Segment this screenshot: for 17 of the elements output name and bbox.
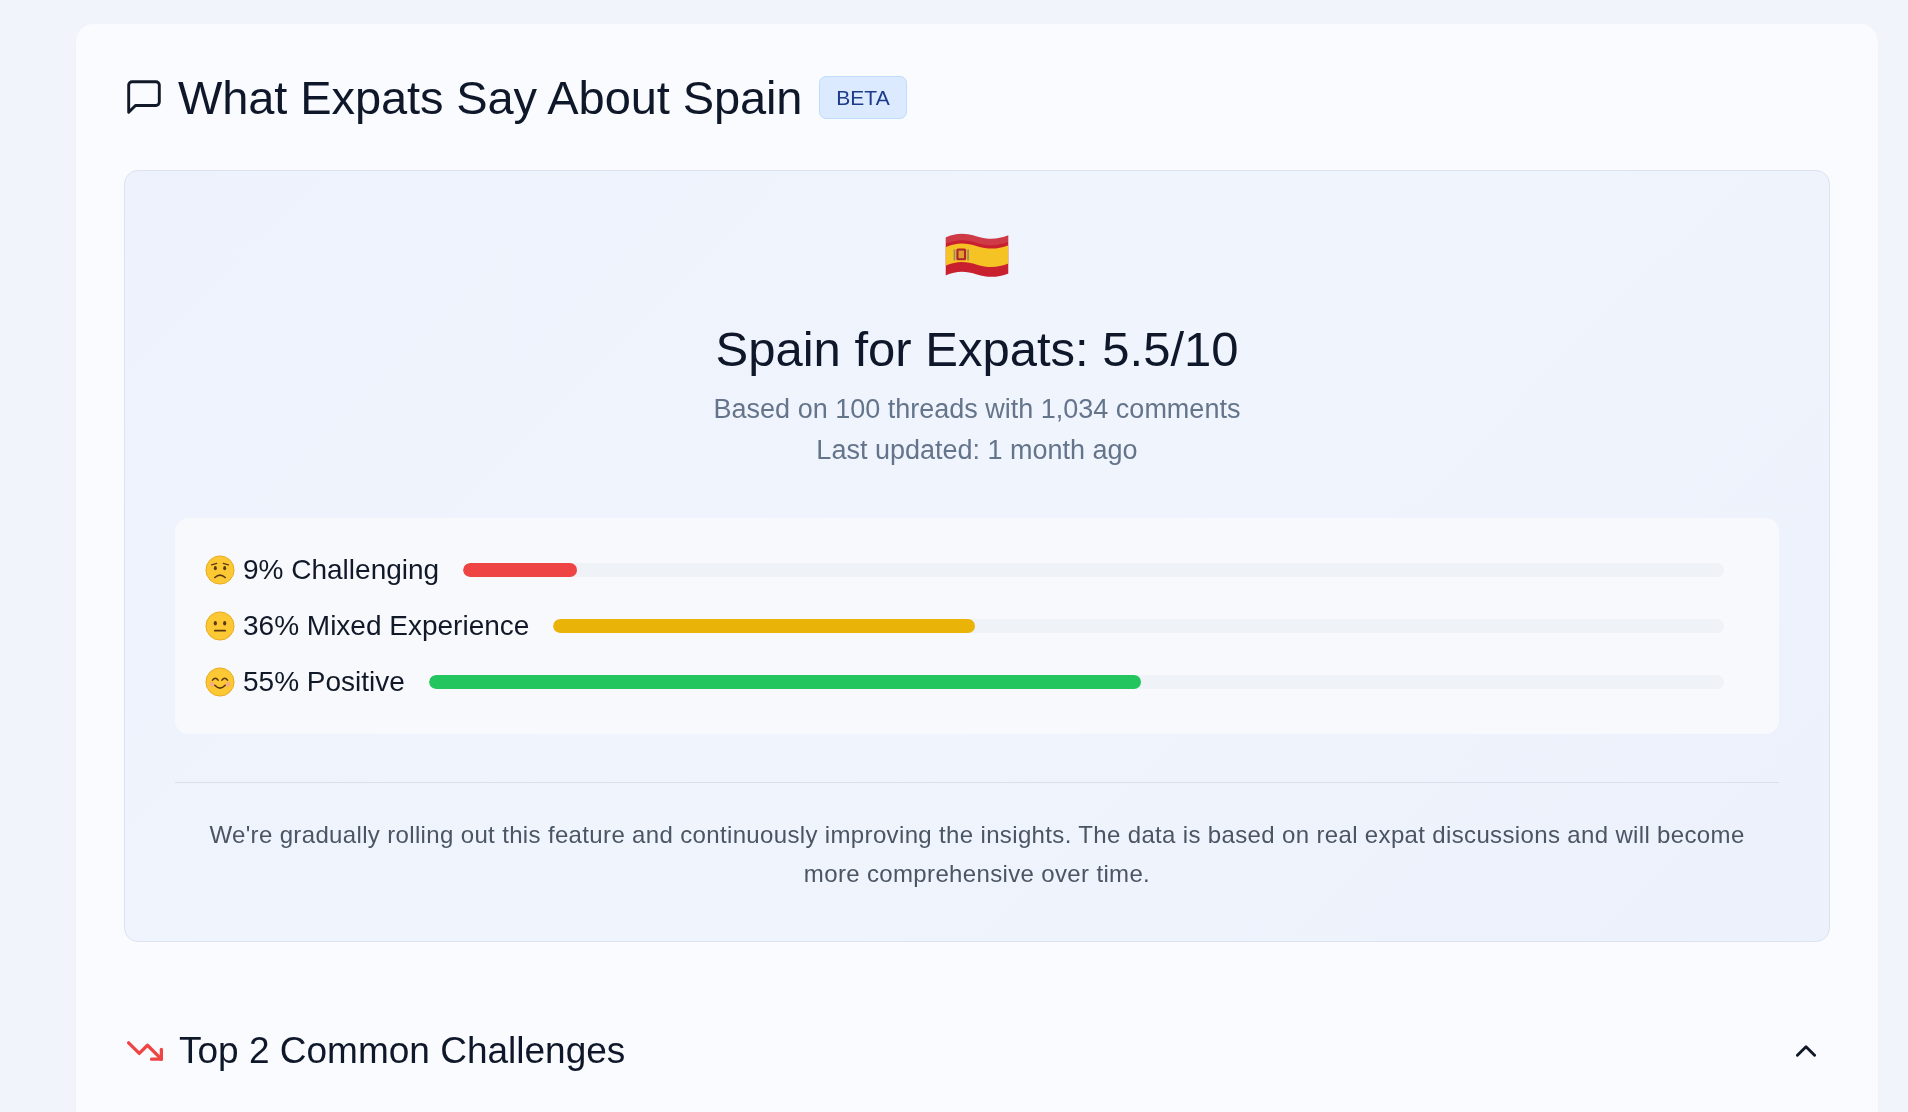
neutral-face-icon [205,611,235,641]
chat-bubble-icon [127,80,161,114]
trending-down-icon [127,1041,163,1061]
sentiment-label: 9% Challenging [243,554,440,586]
chevron-up-icon [1796,1045,1816,1057]
disclaimer-text: We're gradually rolling out this feature and continuously improving the insights. The data is based on real expat discussions and will become more comprehensive over time. [208,820,1746,889]
beta-badge: BETA [819,75,907,119]
score-title: Spain for Expats: 5.5/10 [715,321,1239,377]
worried-face-icon [205,555,235,585]
thread-count-text: Based on 100 threads with 1,034 comments [713,393,1241,426]
collapse-toggle[interactable] [1796,1045,1816,1057]
challenges-heading: Top 2 Common Challenges [179,1030,626,1072]
sentiment-label: 36% Mixed Experience [243,610,530,642]
last-updated-text: Last updated: 1 month ago [816,434,1138,467]
section-title: What Expats Say About Spain [178,69,803,125]
sentiment-label: 55% Positive [243,666,405,698]
smiling-face-icon [205,667,235,697]
